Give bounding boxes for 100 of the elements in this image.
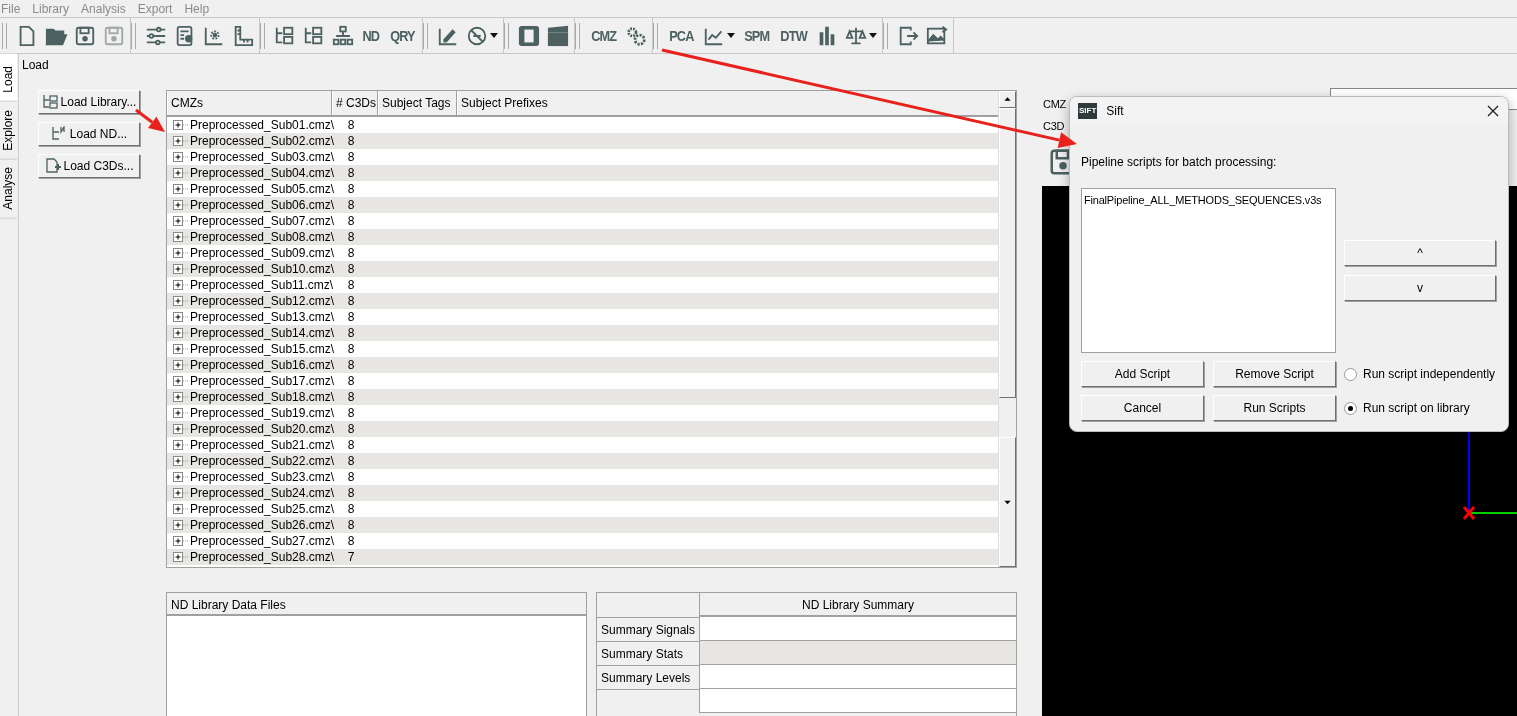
circle-slash-icon[interactable]	[465, 24, 488, 47]
toolbar-button[interactable]: SPM	[744, 27, 770, 44]
tree-item[interactable]: Preprocessed_Sub27.cmz\	[190, 534, 341, 548]
expand-icon[interactable]	[172, 389, 188, 405]
scroll-up-icon[interactable]	[999, 91, 1016, 108]
tree-item[interactable]: Preprocessed_Sub22.cmz\	[190, 454, 341, 468]
toolbar-button[interactable]: PCA	[669, 27, 694, 44]
expand-icon[interactable]	[172, 181, 188, 197]
export-icon[interactable]	[897, 24, 920, 47]
expand-icon[interactable]	[172, 117, 188, 133]
tree-item[interactable]: Preprocessed_Sub28.cmz\	[190, 550, 341, 564]
tree-item[interactable]: Preprocessed_Sub14.cmz\	[190, 326, 341, 340]
tree-item[interactable]: Preprocessed_Sub04.cmz\	[190, 166, 341, 180]
expand-icon[interactable]	[172, 549, 188, 565]
tree-item[interactable]: Preprocessed_Sub21.cmz\	[190, 438, 341, 452]
column-header[interactable]: Subject Tags	[378, 91, 457, 115]
table-cell-text: 8	[346, 230, 356, 244]
expand-icon[interactable]	[172, 213, 188, 229]
dialog-button[interactable]: Add Script	[1081, 361, 1204, 387]
caret-icon[interactable]	[489, 33, 498, 38]
tree-item[interactable]: Preprocessed_Sub15.cmz\	[190, 342, 341, 356]
expand-icon[interactable]	[172, 149, 188, 165]
expand-icon[interactable]	[172, 437, 188, 453]
expand-icon[interactable]	[172, 421, 188, 437]
tree-item[interactable]: Preprocessed_Sub18.cmz\	[190, 390, 341, 404]
sliders-icon[interactable]	[145, 24, 167, 47]
tree-item[interactable]: Preprocessed_Sub12.cmz\	[190, 294, 341, 308]
scrollbar[interactable]	[998, 91, 1016, 567]
expand-icon[interactable]	[172, 469, 188, 485]
column-header[interactable]: # C3Ds	[332, 91, 378, 115]
side-tab[interactable]: Explore	[0, 101, 17, 160]
move-button[interactable]: v	[1344, 275, 1496, 301]
hierarchy-icon[interactable]	[332, 24, 354, 47]
expand-icon[interactable]	[172, 261, 188, 277]
expand-icon[interactable]	[172, 405, 188, 421]
expand-icon[interactable]	[172, 229, 188, 245]
toolbar-button[interactable]: CMZ	[590, 27, 616, 44]
ruler-icon[interactable]	[232, 24, 254, 47]
move-button[interactable]: ^	[1344, 240, 1496, 266]
tree-item[interactable]: Preprocessed_Sub09.cmz\	[190, 246, 341, 260]
expand-icon[interactable]	[172, 373, 188, 389]
toolbar-button[interactable]: DTW	[780, 27, 808, 44]
tree-item[interactable]: Preprocessed_Sub03.cmz\	[190, 150, 341, 164]
expand-icon[interactable]	[172, 517, 188, 533]
side-tab[interactable]: Load	[0, 54, 17, 102]
toolbar-button[interactable]: ND	[362, 27, 380, 44]
dialog-button[interactable]: Cancel	[1081, 395, 1204, 421]
load-button[interactable]: Load C3Ds...	[38, 154, 140, 178]
tree-item[interactable]: Preprocessed_Sub20.cmz\	[190, 422, 341, 436]
tree-letters-icon[interactable]	[303, 24, 325, 47]
expand-icon[interactable]	[172, 453, 188, 469]
save-icon[interactable]	[74, 24, 96, 47]
expand-icon[interactable]	[172, 133, 188, 149]
tree-item[interactable]: Preprocessed_Sub17.cmz\	[190, 374, 341, 388]
script-list[interactable]: FinalPipeline_ALL_METHODS_SEQUENCES.v3s	[1081, 188, 1336, 353]
image-export-icon[interactable]	[926, 24, 949, 47]
expand-icon[interactable]	[172, 357, 188, 373]
tree-item[interactable]: Preprocessed_Sub23.cmz\	[190, 470, 341, 484]
tree-item[interactable]: Preprocessed_Sub16.cmz\	[190, 358, 341, 372]
tree-icon[interactable]	[274, 24, 296, 47]
tree-item[interactable]: Preprocessed_Sub06.cmz\	[190, 198, 341, 212]
expand-icon[interactable]	[172, 277, 188, 293]
close-icon[interactable]	[1486, 104, 1500, 118]
expand-icon[interactable]	[172, 325, 188, 341]
tree-item[interactable]: Preprocessed_Sub01.cmz\	[190, 118, 341, 132]
column-header[interactable]: ND Library Data Files	[167, 593, 586, 616]
tree-item[interactable]: Preprocessed_Sub13.cmz\	[190, 310, 341, 324]
caret-icon[interactable]	[869, 33, 878, 38]
clapperboard-icon[interactable]	[546, 24, 569, 47]
expand-icon[interactable]	[172, 341, 188, 357]
tree-item[interactable]: Preprocessed_Sub19.cmz\	[190, 406, 341, 420]
expand-icon[interactable]	[172, 197, 188, 213]
list-item[interactable]: FinalPipeline_ALL_METHODS_SEQUENCES.v3s	[1084, 194, 1322, 206]
column-header[interactable]: CMZs	[167, 91, 332, 115]
tree-item[interactable]: Preprocessed_Sub10.cmz\	[190, 262, 341, 276]
toolbar-button[interactable]: QRY	[389, 27, 415, 44]
dialog-button[interactable]: Remove Script	[1213, 361, 1336, 387]
tree-item[interactable]: Preprocessed_Sub11.cmz\	[190, 278, 341, 292]
load-button[interactable]: Load Library...	[38, 90, 140, 114]
radio-option[interactable]: Run script independently	[1344, 367, 1496, 381]
tree-item[interactable]: Preprocessed_Sub07.cmz\	[190, 214, 341, 228]
expand-icon[interactable]	[172, 309, 188, 325]
tree-item[interactable]: Preprocessed_Sub25.cmz\	[190, 502, 341, 516]
expand-icon[interactable]	[172, 533, 188, 549]
load-button[interactable]: Load ND...	[38, 122, 140, 146]
expand-icon[interactable]	[172, 293, 188, 309]
scroll-down-icon[interactable]	[999, 437, 1016, 567]
tree-item[interactable]: Preprocessed_Sub08.cmz\	[190, 230, 341, 244]
caret-icon[interactable]	[726, 33, 735, 38]
dialog-button[interactable]: Run Scripts	[1213, 395, 1336, 421]
expand-icon[interactable]	[172, 245, 188, 261]
tree-item[interactable]: Preprocessed_Sub24.cmz\	[190, 486, 341, 500]
expand-icon[interactable]	[172, 501, 188, 517]
tree-item[interactable]: Preprocessed_Sub02.cmz\	[190, 134, 341, 148]
radio-option[interactable]: Run script on library	[1344, 401, 1470, 415]
tree-item[interactable]: Preprocessed_Sub05.cmz\	[190, 182, 341, 196]
side-tab[interactable]: Analyse	[0, 159, 17, 220]
expand-icon[interactable]	[172, 485, 188, 501]
tree-item[interactable]: Preprocessed_Sub26.cmz\	[190, 518, 341, 532]
expand-icon[interactable]	[172, 165, 188, 181]
